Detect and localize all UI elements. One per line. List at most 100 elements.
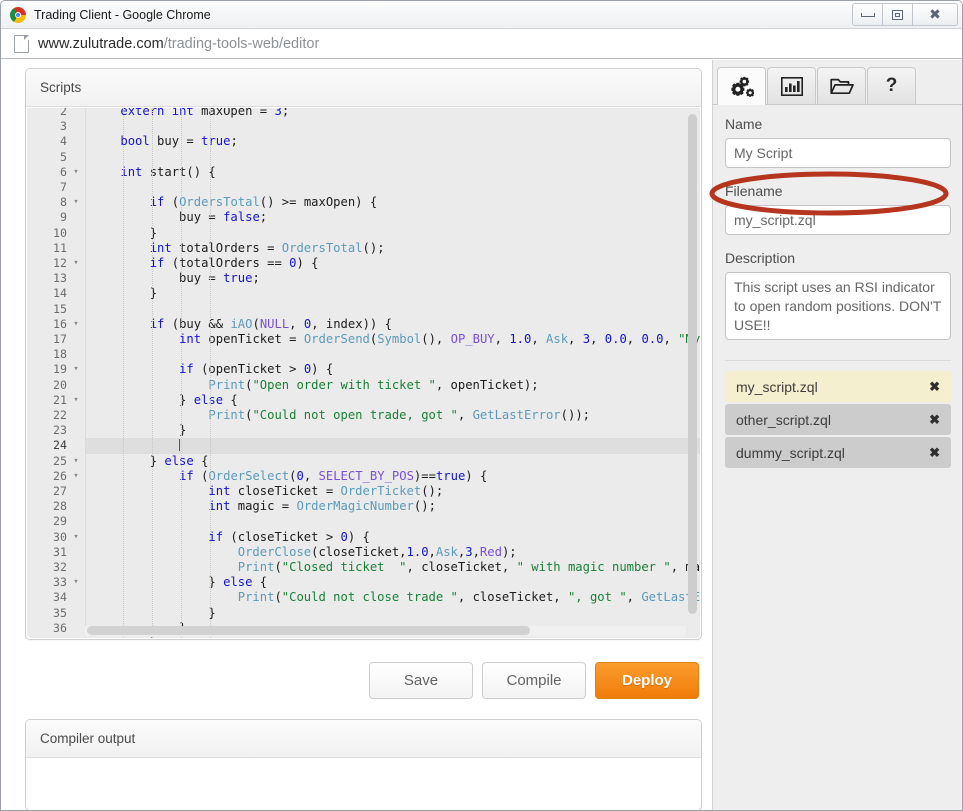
line-number: 10 [27,226,67,241]
fold-toggle-icon[interactable]: ▾ [71,469,81,484]
list-item[interactable]: my_script.zql ✖ [725,371,951,402]
code-line[interactable]: 17 int openTicket = OrderSend(Symbol(), … [27,332,700,347]
script-file-list: my_script.zql ✖ other_script.zql ✖ dummy… [725,371,951,468]
line-number: 12 [27,256,67,271]
gears-icon [730,76,754,98]
code-line[interactable]: 23 } [27,423,700,438]
open-folder-icon [830,77,854,96]
code-text [91,438,180,453]
fold-toggle-icon[interactable]: ▾ [71,530,81,545]
code-line[interactable]: 4 bool buy = true; [27,134,700,149]
tab-help[interactable]: ? [867,67,916,104]
code-line[interactable]: 28 int magic = OrderMagicNumber(); [27,499,700,514]
code-text: } else { [91,575,267,590]
close-button[interactable]: ✖ [912,3,958,26]
code-text: } else { [91,393,238,408]
code-line[interactable]: 13 buy = true; [27,271,700,286]
code-line[interactable]: 6▾ int start() { [27,165,700,180]
list-item[interactable]: other_script.zql ✖ [725,404,951,435]
line-number: 14 [27,286,67,301]
code-line[interactable]: 10 } [27,226,700,241]
code-line[interactable]: 9 buy = false; [27,210,700,225]
code-line[interactable]: 26 ▾ if (OrderSelect(0, SELECT_BY_POS)==t… [27,469,700,484]
close-icon[interactable]: ✖ [929,412,940,428]
code-line[interactable]: 30▾ if (closeTicket > 0) { [27,530,700,545]
tab-settings[interactable] [717,67,766,105]
fold-toggle-icon[interactable]: ▾ [71,362,81,377]
code-line[interactable]: 18 [27,347,700,362]
fold-toggle-icon[interactable]: ▾ [71,165,81,180]
text-caret [179,439,180,451]
code-content[interactable]: 2 extern int maxOpen = 3;34 bool buy = t… [27,108,700,638]
line-number: 2 [27,108,67,119]
description-textarea[interactable]: This script uses an RSI indicator to ope… [725,272,951,340]
editor-vscrollbar[interactable] [688,114,697,614]
code-text: int closeTicket = OrderTicket(); [91,484,443,499]
file-name: dummy_script.zql [736,445,845,461]
right-sidebar: ? Name Filename Description This script … [712,60,963,811]
line-number: 26 [27,469,67,484]
code-line[interactable]: 31 OrderClose(closeTicket,1.0,Ask,3,Red)… [27,545,700,560]
editor-column: Scripts 2 extern int maxOpen = 3;34 bool… [25,68,702,811]
fold-toggle-icon[interactable]: ▾ [71,575,81,590]
code-line[interactable]: 20 Print("Open order with ticket ", open… [27,378,700,393]
code-line[interactable]: 27 int closeTicket = OrderTicket(); [27,484,700,499]
maximize-button[interactable] [882,3,913,26]
code-line[interactable]: 33▾ } else { [27,575,700,590]
code-line[interactable]: 12▾ if (totalOrders == 0) { [27,256,700,271]
chrome-logo-icon [10,7,26,23]
tab-chart[interactable] [767,67,816,104]
code-line[interactable]: 3 [27,119,700,134]
editor-hscrollbar[interactable] [87,626,530,635]
code-line[interactable]: 32 Print("Closed ticket ", closeTicket, … [27,560,700,575]
code-line[interactable]: 7 [27,180,700,195]
line-number: 31 [27,545,67,560]
code-line[interactable]: 19▾ if (openTicket > 0) { [27,362,700,377]
code-line[interactable]: 8▾ if (OrdersTotal() >= maxOpen) { [27,195,700,210]
code-line[interactable]: 37 } [27,636,700,638]
code-line[interactable]: 16▾ if (buy && iAO(NULL, 0, index)) { [27,317,700,332]
code-line[interactable]: 21 ▾ } else { [27,393,700,408]
code-line[interactable]: 14 } [27,286,700,301]
code-line[interactable]: 11 int totalOrders = OrdersTotal(); [27,241,700,256]
code-line[interactable]: 22 Print("Could not open trade, got ", G… [27,408,700,423]
code-line[interactable]: 35 } [27,606,700,621]
code-line[interactable]: 5 [27,150,700,165]
code-editor[interactable]: 2 extern int maxOpen = 3;34 bool buy = t… [27,108,700,638]
fold-toggle-icon[interactable]: ▾ [71,317,81,332]
name-input[interactable] [725,138,951,168]
filename-input[interactable] [725,205,951,235]
code-line[interactable]: 24 [27,438,700,453]
list-item[interactable]: dummy_script.zql ✖ [725,437,951,468]
line-number: 9 [27,210,67,225]
code-line[interactable]: 34 Print("Could not close trade ", close… [27,590,700,605]
line-number: 36 [27,621,67,636]
close-icon[interactable]: ✖ [929,445,940,461]
fold-toggle-icon[interactable]: ▾ [71,195,81,210]
code-line[interactable]: 29 [27,514,700,529]
save-button[interactable]: Save [369,662,473,699]
description-field-group: Description This script uses an RSI indi… [725,250,951,345]
tab-files[interactable] [817,67,866,104]
close-icon[interactable]: ✖ [929,379,940,395]
code-line[interactable]: 2 extern int maxOpen = 3; [27,108,700,119]
deploy-button[interactable]: Deploy [595,662,699,699]
fold-toggle-icon[interactable]: ▾ [71,256,81,271]
code-text: buy = false; [91,210,267,225]
address-bar[interactable]: www.zulutrade.com/trading-tools-web/edit… [1,29,962,59]
line-number: 27 [27,484,67,499]
file-name: my_script.zql [736,379,818,395]
code-text: if (OrderSelect(0, SELECT_BY_POS)==true)… [91,469,487,484]
minimize-button[interactable] [852,3,883,26]
fold-toggle-icon[interactable]: ▾ [71,393,81,408]
fold-toggle-icon[interactable]: ▾ [71,454,81,469]
script-properties-form: Name Filename Description This script us… [713,105,963,468]
question-mark-icon: ? [886,75,898,97]
line-number: 3 [27,119,67,134]
line-number: 21 [27,393,67,408]
line-number: 23 [27,423,67,438]
code-line[interactable]: 25▾ } else { [27,454,700,469]
line-number: 37 [27,636,67,638]
code-line[interactable]: 15 [27,302,700,317]
compile-button[interactable]: Compile [482,662,586,699]
